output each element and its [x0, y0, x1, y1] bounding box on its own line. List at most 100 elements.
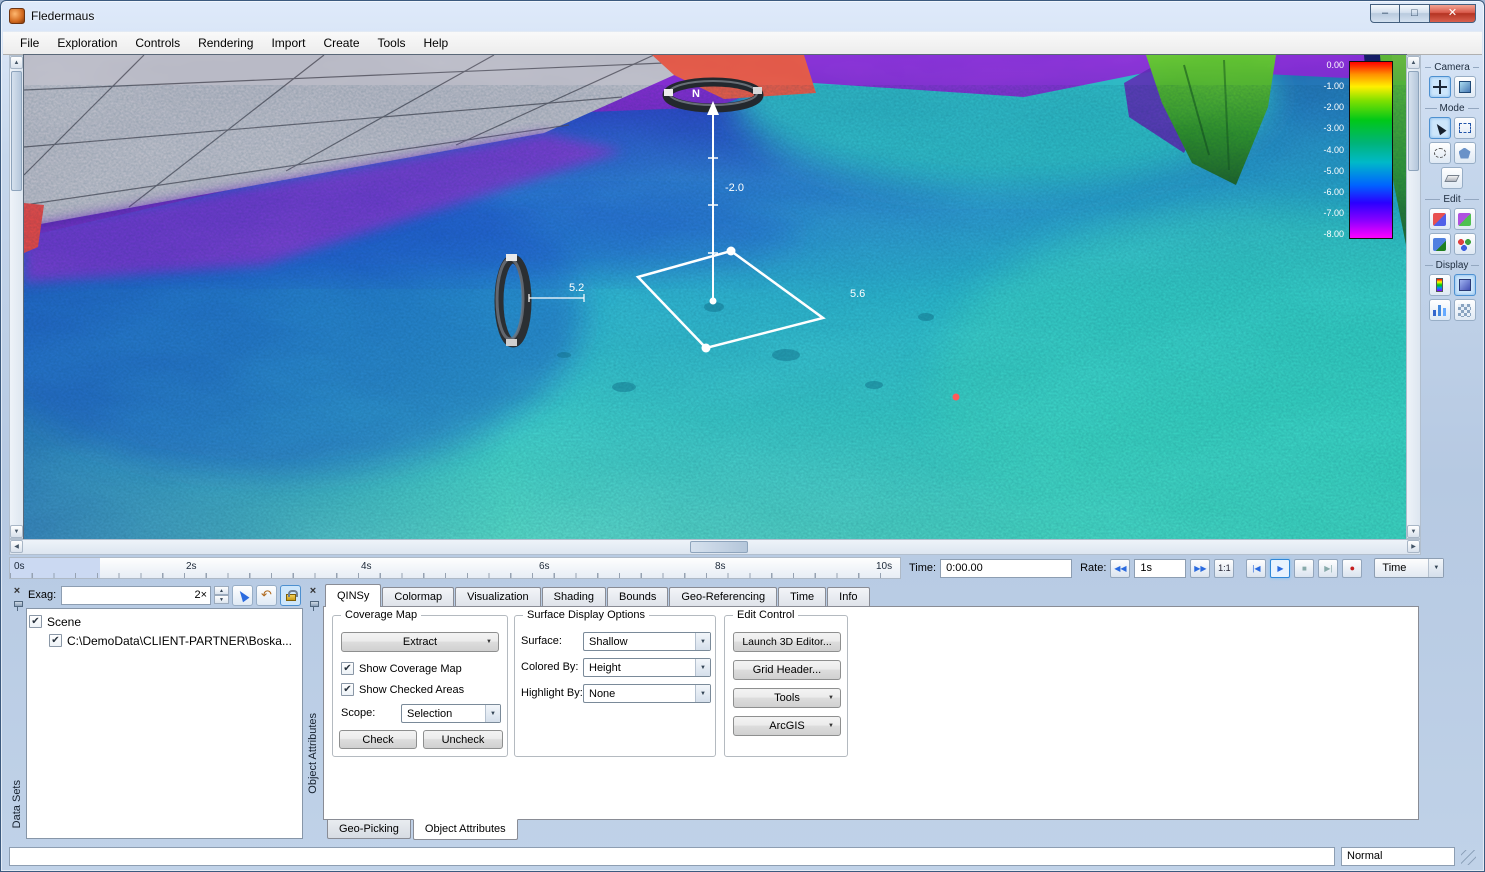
launch-3d-editor-button[interactable]: Launch 3D Editor... — [733, 632, 841, 652]
close-panel-icon[interactable]: × — [310, 586, 316, 596]
rate-slower-button[interactable]: ◀◀ — [1110, 559, 1130, 578]
tab-visualization[interactable]: Visualization — [455, 587, 541, 607]
dataset-label[interactable]: C:\DemoData\CLIENT-PARTNER\Boska... — [67, 634, 292, 648]
scroll-thumb[interactable] — [1408, 71, 1419, 171]
show-checked-areas-row[interactable]: ✔ Show Checked Areas — [341, 683, 464, 696]
exag-stepper[interactable]: ▲ ▼ — [214, 586, 229, 604]
terrain-3d-viewport[interactable]: 5.2 5.6 N -2.0 — [24, 55, 1406, 539]
tools-dropdown-button[interactable]: Tools ▼ — [733, 688, 841, 708]
skip-end-button[interactable]: ▶| — [1318, 559, 1338, 578]
tab-geo-picking[interactable]: Geo-Picking — [327, 820, 411, 839]
polygon-handle[interactable] — [727, 247, 736, 256]
scene-display-button[interactable] — [1454, 274, 1476, 296]
viewport-vscrollbar-right[interactable]: ▲ ▼ — [1406, 55, 1421, 539]
extract-dropdown-button[interactable]: Extract ▼ — [341, 632, 499, 652]
check-button[interactable]: Check — [339, 730, 417, 749]
edit-area-button[interactable] — [1429, 233, 1451, 255]
lock-button[interactable] — [280, 585, 301, 606]
spin-up-icon[interactable]: ▲ — [214, 586, 229, 595]
tab-shading[interactable]: Shading — [542, 587, 606, 607]
menu-tools[interactable]: Tools — [369, 33, 415, 53]
attributes-vertical-tab[interactable]: Object Attributes — [307, 713, 319, 794]
grid-display-button[interactable] — [1454, 299, 1476, 321]
undo-button[interactable]: ↶ — [256, 585, 277, 606]
resize-grip[interactable] — [1461, 850, 1476, 865]
bathymetry-render[interactable]: 5.2 5.6 N -2.0 — [24, 55, 1406, 539]
menu-import[interactable]: Import — [262, 33, 314, 53]
realtime-ratio-button[interactable]: 1:1 — [1214, 559, 1234, 578]
time-display-field[interactable]: 0:00.00 — [940, 559, 1072, 578]
tab-geo-referencing[interactable]: Geo-Referencing — [669, 587, 777, 607]
surface-dropdown[interactable]: Shallow ▼ — [583, 632, 711, 651]
rate-field[interactable]: 1s — [1134, 559, 1186, 578]
tree-row-dataset[interactable]: ✔ C:\DemoData\CLIENT-PARTNER\Boska... — [29, 631, 300, 650]
status-input[interactable] — [9, 847, 1335, 866]
camera-view-button[interactable] — [1454, 76, 1476, 98]
record-button[interactable]: ● — [1342, 559, 1362, 578]
camera-orbit-button[interactable] — [1429, 76, 1451, 98]
scroll-up-icon[interactable]: ▲ — [10, 56, 23, 69]
lasso-select-button[interactable] — [1429, 142, 1451, 164]
scroll-right-icon[interactable]: ▶ — [1407, 540, 1420, 553]
tab-time[interactable]: Time — [778, 587, 826, 607]
rate-faster-button[interactable]: ▶▶ — [1190, 559, 1210, 578]
show-coverage-map-row[interactable]: ✔ Show Coverage Map — [341, 662, 462, 675]
colormap-display-button[interactable] — [1429, 274, 1451, 296]
tab-info[interactable]: Info — [827, 587, 869, 607]
menu-rendering[interactable]: Rendering — [189, 33, 262, 53]
pin-panel-icon[interactable] — [13, 601, 22, 611]
edit-object-button[interactable] — [1429, 208, 1451, 230]
skip-start-button[interactable]: |◀ — [1246, 559, 1266, 578]
tab-bounds[interactable]: Bounds — [607, 587, 668, 607]
viewport-hscrollbar[interactable]: ◀ ▶ — [9, 539, 1421, 555]
viewport-vscrollbar-left[interactable]: ▲ ▼ — [9, 55, 24, 539]
edit-points-button[interactable] — [1454, 233, 1476, 255]
scope-dropdown[interactable]: Selection ▼ — [401, 704, 501, 723]
close-button[interactable]: ✕ — [1430, 4, 1476, 23]
menu-exploration[interactable]: Exploration — [48, 33, 126, 53]
highlight-by-dropdown[interactable]: None ▼ — [583, 684, 711, 703]
polygon-select-button[interactable] — [1454, 142, 1476, 164]
show-checked-checkbox[interactable]: ✔ — [341, 683, 354, 696]
timeline-ruler[interactable]: 0s 2s 4s 6s 8s 10s — [9, 557, 901, 579]
scroll-down-icon[interactable]: ▼ — [10, 525, 23, 538]
uncheck-button[interactable]: Uncheck — [423, 730, 503, 749]
arcgis-dropdown-button[interactable]: ArcGIS ▼ — [733, 716, 841, 736]
scroll-left-icon[interactable]: ◀ — [10, 540, 23, 553]
datasets-vertical-tab[interactable]: Data Sets — [11, 780, 23, 828]
minimize-button[interactable]: – — [1370, 4, 1400, 23]
tree-row-scene[interactable]: ✔ Scene — [29, 612, 300, 631]
scene-checkbox[interactable]: ✔ — [29, 615, 42, 628]
scroll-thumb[interactable] — [690, 541, 748, 553]
dataset-checkbox[interactable]: ✔ — [49, 634, 62, 647]
scroll-down-icon[interactable]: ▼ — [1407, 525, 1420, 538]
menu-create[interactable]: Create — [314, 33, 368, 53]
show-coverage-checkbox[interactable]: ✔ — [341, 662, 354, 675]
menu-controls[interactable]: Controls — [126, 33, 189, 53]
status-mode-field[interactable]: Normal — [1341, 847, 1455, 866]
tab-colormap[interactable]: Colormap — [382, 587, 454, 607]
pin-panel-icon[interactable] — [309, 601, 318, 611]
histogram-display-button[interactable] — [1429, 299, 1451, 321]
maximize-button[interactable]: □ — [1400, 4, 1430, 23]
select-mode-button[interactable] — [1429, 117, 1451, 139]
scroll-up-icon[interactable]: ▲ — [1407, 56, 1420, 69]
flat-view-button[interactable] — [1441, 167, 1463, 189]
edit-surface-button[interactable] — [1454, 208, 1476, 230]
pick-mode-button[interactable] — [232, 585, 253, 606]
time-mode-dropdown[interactable]: Time ▼ — [1374, 558, 1444, 578]
rubber-band-select-button[interactable] — [1454, 117, 1476, 139]
exag-input[interactable]: 2× — [61, 586, 211, 605]
scroll-thumb[interactable] — [11, 71, 22, 191]
scene-root-label[interactable]: Scene — [47, 615, 81, 629]
colored-by-dropdown[interactable]: Height ▼ — [583, 658, 711, 677]
title-bar[interactable]: Fledermaus – □ ✕ — [1, 1, 1484, 31]
spin-down-icon[interactable]: ▼ — [214, 595, 229, 604]
play-button[interactable]: ▶ — [1270, 559, 1290, 578]
stop-button[interactable]: ■ — [1294, 559, 1314, 578]
menu-help[interactable]: Help — [415, 33, 458, 53]
tab-object-attributes[interactable]: Object Attributes — [413, 819, 518, 840]
close-panel-icon[interactable]: × — [14, 586, 20, 596]
menu-file[interactable]: File — [11, 33, 48, 53]
tab-qinsy[interactable]: QINSy — [325, 584, 381, 607]
